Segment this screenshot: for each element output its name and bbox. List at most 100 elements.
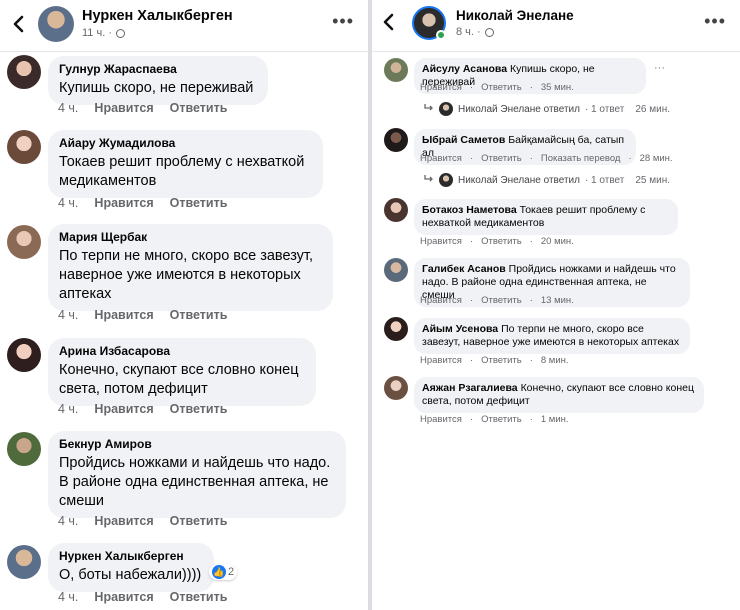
- reply-button[interactable]: Ответить: [481, 236, 522, 247]
- show-translation-button[interactable]: Показать перевод: [541, 153, 621, 164]
- like-button[interactable]: Нравится: [94, 101, 153, 115]
- commenter-avatar[interactable]: [384, 258, 408, 282]
- reply-time: 25 мин.: [635, 174, 671, 186]
- more-options-icon[interactable]: •••: [332, 12, 354, 30]
- comment-time[interactable]: 4 ч.: [58, 101, 78, 115]
- commenter-avatar[interactable]: [384, 128, 408, 152]
- comment-time[interactable]: 8 мин.: [541, 355, 569, 366]
- comment-time[interactable]: 4 ч.: [58, 402, 78, 416]
- separator-dot: ·: [469, 355, 474, 366]
- comment-author[interactable]: Айару Жумадилова: [59, 136, 312, 150]
- like-button[interactable]: Нравится: [420, 295, 462, 306]
- like-button[interactable]: Нравится: [420, 414, 462, 425]
- commenter-avatar[interactable]: [384, 376, 408, 400]
- commenter-avatar[interactable]: [7, 432, 41, 466]
- separator-dot: ·: [469, 236, 474, 247]
- reply-button[interactable]: Ответить: [481, 153, 522, 164]
- poster-avatar[interactable]: [38, 6, 74, 42]
- comment-time[interactable]: 4 ч.: [58, 308, 78, 322]
- comment-time[interactable]: 13 мин.: [541, 295, 574, 306]
- back-arrow-icon[interactable]: [8, 10, 28, 38]
- comment-time[interactable]: 4 ч.: [58, 514, 78, 528]
- comment-actions: 4 ч. Нравится Ответить: [58, 196, 227, 210]
- comment-time[interactable]: 4 ч.: [58, 590, 78, 604]
- comment-author[interactable]: Ыбрай Саметов: [422, 134, 505, 146]
- view-replies-row[interactable]: Николай Энелане ответил · 1 ответ 26 мин…: [424, 102, 670, 116]
- reaction-count[interactable]: 👍 2: [209, 564, 238, 580]
- like-button[interactable]: Нравится: [94, 514, 153, 528]
- commenter-avatar[interactable]: [384, 58, 408, 82]
- reply-button[interactable]: Ответить: [481, 295, 522, 306]
- comment-bubble: Аяжан Рзагалиева Конечно, скупают все сл…: [414, 377, 704, 413]
- comment-text: По терпи не много, скоро все завезут, на…: [59, 248, 313, 302]
- comment-author[interactable]: Галибек Асанов: [422, 263, 506, 275]
- comment-bubble: Айару Жумадилова Токаев решит проблему с…: [48, 130, 323, 198]
- like-reaction-icon: 👍: [212, 565, 226, 579]
- online-status-dot: [436, 30, 446, 40]
- comment-bubble: Ботакоз Наметова Токаев решит проблему с…: [414, 199, 678, 235]
- like-button[interactable]: Нравится: [94, 308, 153, 322]
- commenter-avatar[interactable]: [7, 545, 41, 579]
- replier-avatar: [439, 102, 453, 116]
- reply-button[interactable]: Ответить: [170, 590, 228, 604]
- separator-dot: ·: [529, 236, 533, 247]
- reply-button[interactable]: Ответить: [170, 402, 228, 416]
- comment-author[interactable]: Гулнур Жараспаева: [59, 62, 257, 76]
- separator-dot: ·: [529, 153, 533, 164]
- comment-author[interactable]: Бекнур Амиров: [59, 437, 335, 451]
- separator-dot: ·: [469, 295, 474, 306]
- reaction-number: 2: [228, 566, 235, 578]
- comment-actions: 4 ч. Нравится Ответить: [58, 308, 227, 322]
- reply-button[interactable]: Ответить: [481, 82, 522, 93]
- more-options-icon[interactable]: •••: [704, 12, 726, 30]
- back-arrow-icon[interactable]: [378, 8, 398, 36]
- comment-author[interactable]: Аяжан Рзагалиева: [422, 382, 518, 394]
- like-button[interactable]: Нравится: [94, 196, 153, 210]
- comment-author[interactable]: Нуркен Халыкберген: [59, 549, 203, 563]
- commenter-avatar[interactable]: [384, 317, 408, 341]
- separator-dot: ·: [529, 414, 533, 425]
- post-meta: 8 ч. ·: [456, 26, 494, 38]
- comment-author[interactable]: Мария Щербак: [59, 230, 322, 244]
- like-button[interactable]: Нравится: [420, 355, 462, 366]
- commenter-avatar[interactable]: [7, 338, 41, 372]
- comment-actions: 4 ч. Нравится Ответить: [58, 514, 227, 528]
- like-button[interactable]: Нравится: [94, 402, 153, 416]
- post-time[interactable]: 8 ч. ·: [456, 26, 481, 38]
- comment-author[interactable]: Айым Усенова: [422, 323, 498, 335]
- commenter-avatar[interactable]: [7, 55, 41, 89]
- comment-author[interactable]: Арина Избасарова: [59, 344, 305, 358]
- comment-bubble: Арина Избасарова Конечно, скупают все сл…: [48, 338, 316, 406]
- reply-button[interactable]: Ответить: [481, 414, 522, 425]
- comment-text: Купишь скоро, не переживай: [59, 80, 254, 96]
- like-button[interactable]: Нравится: [420, 236, 462, 247]
- reply-button[interactable]: Ответить: [170, 196, 228, 210]
- comment-more-icon[interactable]: ···: [654, 62, 665, 74]
- comment-text: Токаев решит проблему с нехваткой медика…: [59, 154, 305, 189]
- reply-button[interactable]: Ответить: [170, 514, 228, 528]
- post-time[interactable]: 11 ч. ·: [82, 27, 112, 39]
- reply-button[interactable]: Ответить: [170, 101, 228, 115]
- separator-dot: ·: [469, 414, 474, 425]
- commenter-avatar[interactable]: [7, 225, 41, 259]
- poster-name[interactable]: Николай Энелане: [456, 8, 574, 23]
- comment-author[interactable]: Ботакоз Наметова: [422, 204, 517, 216]
- reply-button[interactable]: Ответить: [481, 355, 522, 366]
- comment-bubble: Мария Щербак По терпи не много, скоро вс…: [48, 224, 333, 311]
- like-button[interactable]: Нравится: [420, 153, 462, 164]
- reply-button[interactable]: Ответить: [170, 308, 228, 322]
- like-button[interactable]: Нравится: [420, 82, 462, 93]
- comment-time[interactable]: 4 ч.: [58, 196, 78, 210]
- comment-actions: 4 ч. Нравится Ответить: [58, 101, 227, 115]
- comment-time[interactable]: 1 мин.: [541, 414, 569, 425]
- commenter-avatar[interactable]: [384, 198, 408, 222]
- comment-time[interactable]: 35 мин.: [541, 82, 574, 93]
- like-button[interactable]: Нравится: [94, 590, 153, 604]
- comment-author[interactable]: Айсулу Асанова: [422, 63, 507, 75]
- commenter-avatar[interactable]: [7, 130, 41, 164]
- comment-actions: 4 ч. Нравится Ответить: [58, 402, 227, 416]
- comment-time[interactable]: 20 мин.: [541, 236, 574, 247]
- view-replies-row[interactable]: Николай Энелане ответил · 1 ответ 25 мин…: [424, 173, 670, 187]
- poster-name[interactable]: Нуркен Халыкберген: [82, 8, 233, 24]
- comment-time[interactable]: 28 мин.: [640, 153, 673, 164]
